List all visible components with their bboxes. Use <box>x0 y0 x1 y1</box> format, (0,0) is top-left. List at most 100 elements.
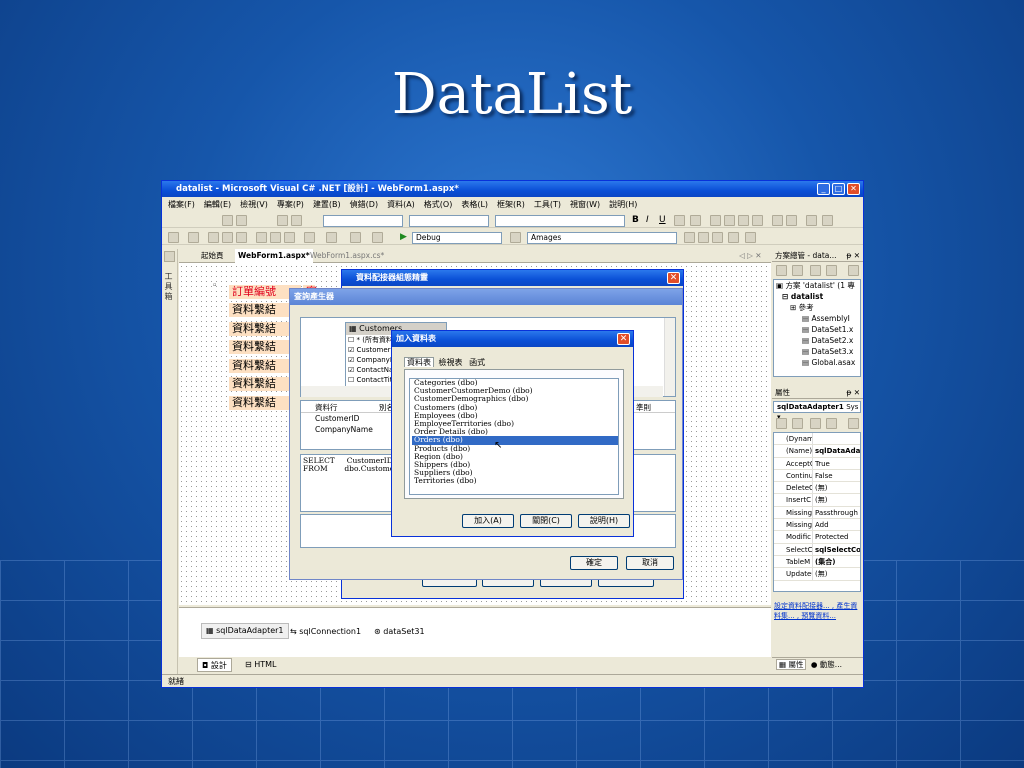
tab-nav-arrows[interactable]: ◁ ▷ ✕ <box>739 249 762 263</box>
close-dialog-button[interactable]: 關閉(C) <box>520 514 572 528</box>
align-left-icon[interactable] <box>710 215 721 226</box>
config-combo[interactable]: Debug <box>412 232 502 244</box>
property-row[interactable]: SelectCsqlSelectCom <box>774 543 860 556</box>
tree-item[interactable]: ▤ DataSet2.x <box>774 335 860 346</box>
tree-item[interactable]: ▤ DataSet1.x <box>774 324 860 335</box>
menu-item[interactable]: 視窗(W) <box>570 200 600 209</box>
tab-tables[interactable]: 資料表 <box>404 357 434 367</box>
close-button[interactable]: ✕ <box>847 183 860 195</box>
style-combo[interactable] <box>323 215 403 227</box>
tab-views[interactable]: 檢視表 <box>437 358 465 367</box>
properties-icon[interactable] <box>776 265 787 276</box>
refresh-icon[interactable] <box>810 265 821 276</box>
property-row[interactable]: (Name)sqlDataAdapt <box>774 445 860 458</box>
server-explorer-icon[interactable] <box>164 251 175 262</box>
tree-item[interactable]: ▤ Global.asax <box>774 357 860 368</box>
menu-item[interactable]: 建置(B) <box>313 200 341 209</box>
toolbar-icon[interactable] <box>745 232 756 243</box>
paste-icon[interactable] <box>284 232 295 243</box>
property-row[interactable]: (Dynam <box>774 433 860 446</box>
toolbar-icon[interactable] <box>684 232 695 243</box>
view-designer-icon[interactable] <box>848 265 859 276</box>
property-row[interactable]: InsertC (無) <box>774 494 860 507</box>
component-sqlConnection1[interactable]: ⇆ sqlConnection1 <box>290 627 361 637</box>
italic-button[interactable]: I <box>646 215 649 225</box>
tree-item[interactable]: ▣ 方案 'datalist' (1 專 <box>774 280 860 291</box>
property-row[interactable]: Modific Protected <box>774 531 860 544</box>
property-pages-icon[interactable] <box>848 418 859 429</box>
bookmark-icon[interactable] <box>372 232 383 243</box>
copy-icon[interactable] <box>270 232 281 243</box>
tools-icon[interactable] <box>728 232 739 243</box>
add-table-close-button[interactable]: ✕ <box>617 333 630 345</box>
tree-item[interactable]: ▤ DataSet3.x <box>774 346 860 357</box>
bold-button[interactable]: B <box>632 215 639 225</box>
window-titlebar[interactable]: datalist - Microsoft Visual C# .NET [設計]… <box>162 181 863 197</box>
toolbar-icon[interactable] <box>222 215 233 226</box>
menu-item[interactable]: 編輯(E) <box>204 200 231 209</box>
highlight-icon[interactable] <box>690 215 701 226</box>
query-builder-titlebar[interactable]: 查詢產生器 <box>290 289 682 305</box>
alphabetical-icon[interactable] <box>792 418 803 429</box>
start-debug-icon[interactable]: ▶ <box>400 232 407 242</box>
menu-item[interactable]: 偵錯(D) <box>350 200 378 209</box>
navigate-icon[interactable] <box>350 232 361 243</box>
tab-properties[interactable]: ▦ 屬性 <box>776 659 807 670</box>
property-row[interactable]: UpdateC(無) <box>774 568 860 581</box>
size-combo[interactable] <box>495 215 625 227</box>
menu-item[interactable]: 資料(A) <box>387 200 415 209</box>
checkbox-icon[interactable]: ☑ <box>348 356 357 364</box>
tab-html[interactable]: ⊟ HTML <box>245 658 277 672</box>
save-all-icon[interactable] <box>236 232 247 243</box>
tree-item[interactable]: ▤ AssemblyI <box>774 313 860 324</box>
underline-button[interactable]: U <box>659 215 666 225</box>
redo-icon[interactable] <box>326 232 337 243</box>
solution-explorer-header[interactable]: 方案總管 - data... ᵽ ✕ <box>772 249 863 262</box>
menu-item[interactable]: 框架(R) <box>497 200 525 209</box>
table-list[interactable]: Categories (dbo) CustomerCustomerDemo (db… <box>409 378 619 495</box>
show-all-icon[interactable] <box>792 265 803 276</box>
font-color-icon[interactable] <box>674 215 685 226</box>
tab-webform-cs[interactable]: WebForm1.aspx.cs* <box>310 249 384 263</box>
tab-webform-aspx[interactable]: WebForm1.aspx* <box>235 249 313 263</box>
align-center-icon[interactable] <box>724 215 735 226</box>
toolbar-icon[interactable] <box>698 232 709 243</box>
wizard-close-button[interactable]: ✕ <box>667 272 680 284</box>
properties-icon[interactable] <box>810 418 821 429</box>
align-right-icon[interactable] <box>738 215 749 226</box>
property-row[interactable]: Missing Passthrough <box>774 506 860 520</box>
solution-tree[interactable]: ▣ 方案 'datalist' (1 專 ⊟ datalist ⊞ 參考 ▤ A… <box>773 279 861 377</box>
checkbox-icon[interactable]: ☐ <box>348 376 357 384</box>
property-row[interactable]: Missing Add <box>774 519 860 532</box>
save-icon[interactable] <box>222 232 233 243</box>
find-combo[interactable]: Amages <box>527 232 677 244</box>
tree-item[interactable]: ⊟ datalist <box>774 291 860 302</box>
component-sqlDataAdapter1[interactable]: ▦ sqlDataAdapter1 <box>201 623 289 639</box>
property-row[interactable]: Continu False <box>774 469 860 483</box>
menu-item[interactable]: 說明(H) <box>609 200 637 209</box>
tab-dynamic-help[interactable]: ● 動態... <box>811 660 842 669</box>
properties-links[interactable]: 設定資料配接器... , 產生資料集... , 預覽資料... <box>774 601 862 621</box>
checkbox-icon[interactable]: ☑ <box>348 366 357 374</box>
toolbar-icon[interactable] <box>291 215 302 226</box>
view-code-icon[interactable] <box>826 265 837 276</box>
toolbox-strip[interactable]: 工具箱 <box>162 249 178 674</box>
menu-item[interactable]: 工具(T) <box>534 200 561 209</box>
add-button[interactable]: 加入(A) <box>462 514 514 528</box>
add-table-titlebar[interactable]: 加入資料表 <box>392 331 633 347</box>
property-row[interactable]: TableM (集合) <box>774 555 860 569</box>
pin-close-icon[interactable]: ᵽ ✕ <box>846 249 860 262</box>
property-row[interactable]: AcceptCTrue <box>774 457 860 470</box>
tab-start-page[interactable]: 起始頁 <box>201 249 224 263</box>
tab-functions[interactable]: 函式 <box>467 358 487 367</box>
toolbar-icon[interactable] <box>236 215 247 226</box>
add-item-icon[interactable] <box>188 232 199 243</box>
menu-item[interactable]: 檢視(V) <box>240 200 268 209</box>
object-combo[interactable]: sqlDataAdapter1 Sys ▾ <box>773 401 861 421</box>
menu-item[interactable]: 檔案(F) <box>168 200 195 209</box>
open-icon[interactable] <box>208 232 219 243</box>
new-project-icon[interactable] <box>168 232 179 243</box>
checkbox-icon[interactable]: ☑ <box>348 346 357 354</box>
find-icon[interactable] <box>510 232 521 243</box>
font-combo[interactable] <box>409 215 489 227</box>
